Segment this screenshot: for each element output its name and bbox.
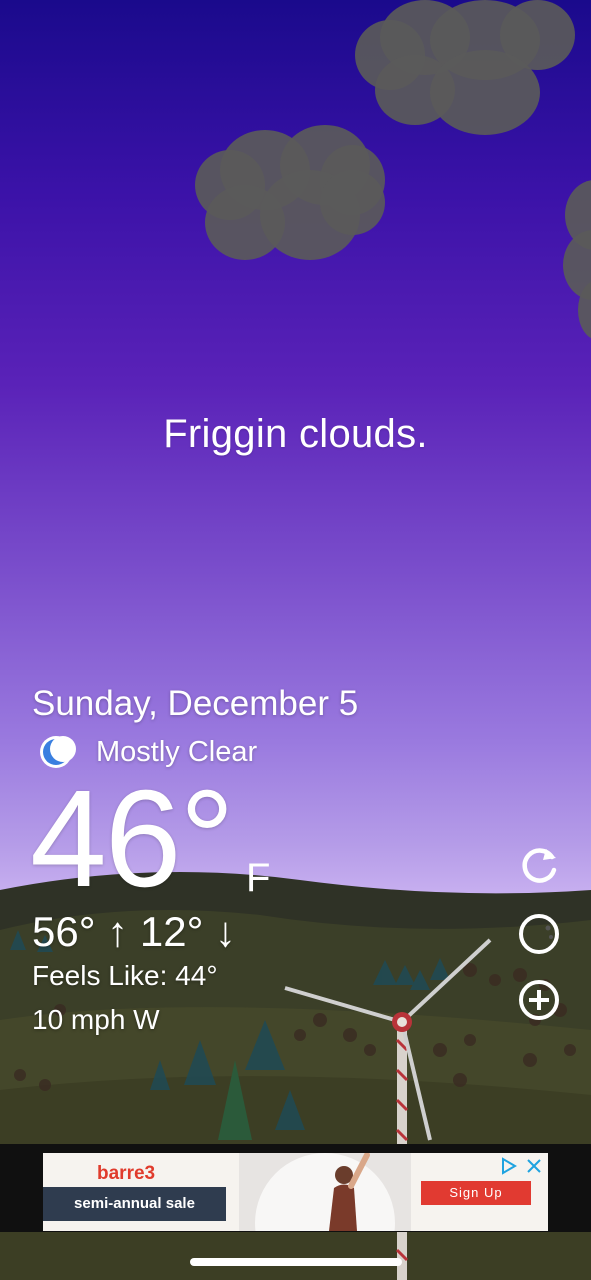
add-circle-icon[interactable] [516, 977, 562, 1023]
close-icon[interactable] [525, 1157, 543, 1175]
ad-headline: semi-annual sale [43, 1187, 226, 1221]
headline-text: Friggin clouds. [163, 412, 428, 456]
ad-banner[interactable]: barre3 semi-annual sale Sign Up [43, 1153, 548, 1231]
date-label: Sunday, December 5 [32, 684, 359, 723]
high-low-temperatures: 56° ↑ 12° ↓ [32, 908, 237, 955]
refresh-icon[interactable] [516, 843, 562, 889]
ad-brand-logo: barre3 [97, 1163, 156, 1184]
current-temperature: 46° [30, 762, 235, 916]
ad-choices-icon[interactable] [499, 1157, 517, 1175]
moon-phase-icon[interactable] [516, 911, 562, 957]
home-indicator[interactable] [190, 1258, 402, 1266]
ad-photo [239, 1153, 411, 1231]
wind-label: 10 mph W [32, 1004, 160, 1035]
ad-signup-button[interactable]: Sign Up [421, 1181, 531, 1205]
feels-like-label: Feels Like: 44° [32, 960, 218, 991]
temperature-unit: F [246, 856, 271, 900]
weather-screen: Friggin clouds. Sunday, December 5 Mostl… [0, 0, 591, 1280]
